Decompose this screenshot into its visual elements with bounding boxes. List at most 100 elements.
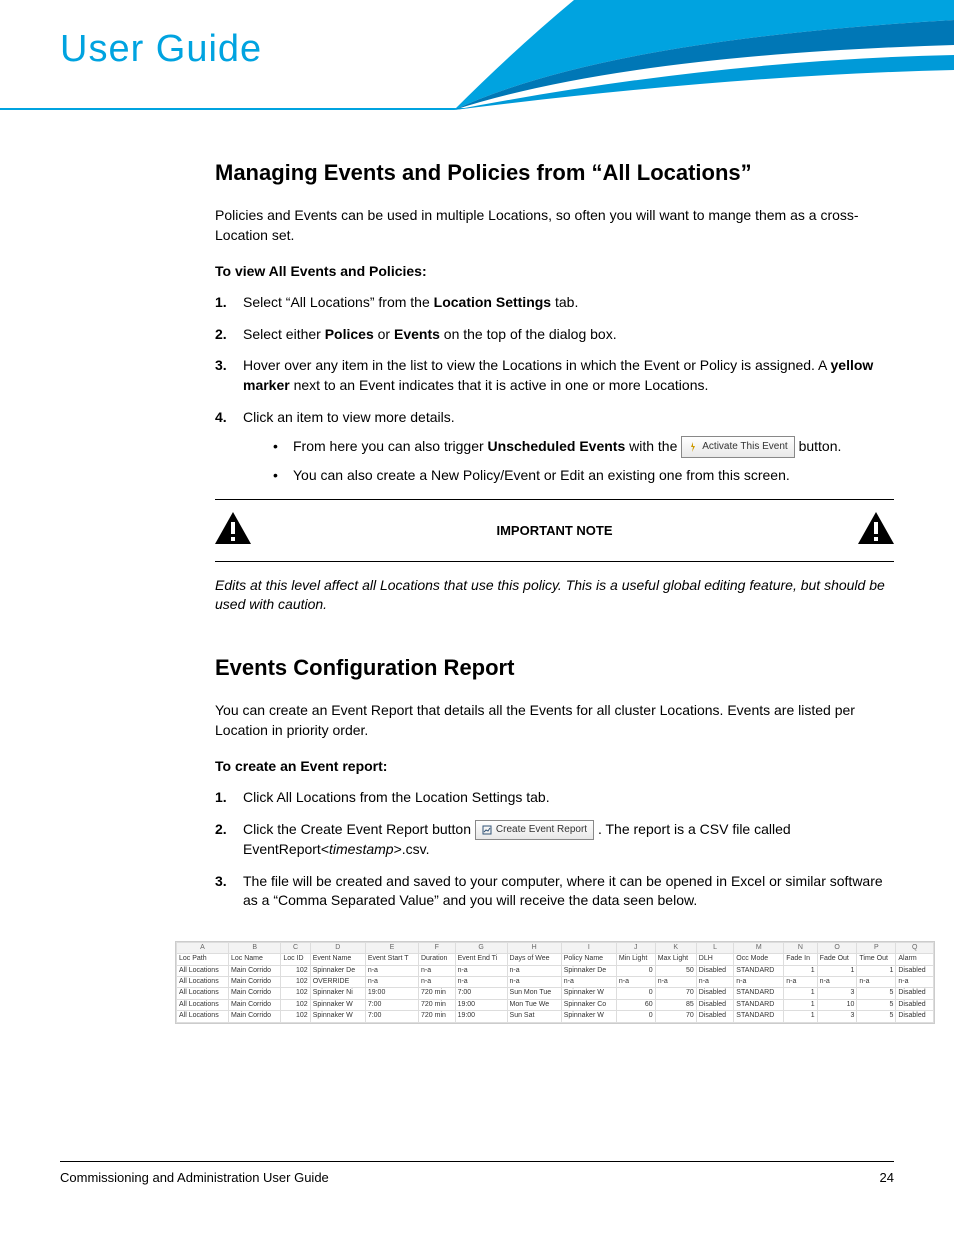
cell: 0 xyxy=(616,1011,655,1022)
bullet-bold: Unscheduled Events xyxy=(488,438,626,454)
column-letter: N xyxy=(784,942,817,953)
cell: 102 xyxy=(281,988,310,999)
column-header: Alarm xyxy=(896,954,934,965)
step-item: The file will be created and saved to yo… xyxy=(215,872,894,911)
cell: 102 xyxy=(281,977,310,988)
page-content: Managing Events and Policies from “All L… xyxy=(0,110,954,1024)
column-letter: M xyxy=(734,942,784,953)
step-bold: Location Settings xyxy=(434,294,551,310)
cell: 10 xyxy=(817,999,857,1010)
page-header: User Guide xyxy=(0,0,954,110)
cell: 720 min xyxy=(418,988,455,999)
cell: n-a xyxy=(507,977,561,988)
cell: n-a xyxy=(561,977,616,988)
section-intro: You can create an Event Report that deta… xyxy=(215,701,894,740)
cell: n-a xyxy=(418,977,455,988)
column-letter: P xyxy=(857,942,896,953)
cell: 50 xyxy=(655,965,696,976)
step-text: Hover over any item in the list to view … xyxy=(243,357,831,373)
cell: 5 xyxy=(857,1011,896,1022)
cell: 85 xyxy=(655,999,696,1010)
column-letter: C xyxy=(281,942,310,953)
page-number: 24 xyxy=(880,1170,894,1185)
cell: Disabled xyxy=(696,999,733,1010)
column-header: Fade Out xyxy=(817,954,857,965)
column-header: Loc Name xyxy=(228,954,280,965)
table-row: All LocationsMain Corrido102Spinnaker De… xyxy=(177,965,934,976)
cell: All Locations xyxy=(177,999,229,1010)
column-letter: H xyxy=(507,942,561,953)
page-footer: Commissioning and Administration User Gu… xyxy=(60,1161,894,1185)
report-icon xyxy=(482,825,492,835)
cell: 5 xyxy=(857,988,896,999)
column-letter: E xyxy=(365,942,418,953)
table-row: All LocationsMain Corrido102Spinnaker W7… xyxy=(177,1011,934,1022)
header-title: User Guide xyxy=(60,28,262,71)
cell: 0 xyxy=(616,988,655,999)
warning-icon xyxy=(215,512,251,549)
cell: 1 xyxy=(784,965,817,976)
table-row: All LocationsMain Corrido102OVERRIDEn-an… xyxy=(177,977,934,988)
column-letter: O xyxy=(817,942,857,953)
column-header: Event End Ti xyxy=(455,954,507,965)
column-header: Occ Mode xyxy=(734,954,784,965)
cell: Spinnaker Ni xyxy=(310,988,365,999)
cell: 70 xyxy=(655,1011,696,1022)
column-header: Event Start T xyxy=(365,954,418,965)
procedure-steps: Select “All Locations” from the Location… xyxy=(215,293,894,487)
cell: All Locations xyxy=(177,988,229,999)
cell: All Locations xyxy=(177,965,229,976)
column-letter: G xyxy=(455,942,507,953)
bullet-text: button. xyxy=(799,438,842,454)
column-letter: B xyxy=(228,942,280,953)
cell: Main Corrido xyxy=(228,999,280,1010)
cell: 19:00 xyxy=(455,1011,507,1022)
cell: STANDARD xyxy=(734,999,784,1010)
column-letter: Q xyxy=(896,942,934,953)
cell: n-a xyxy=(455,965,507,976)
activate-event-button[interactable]: Activate This Event xyxy=(681,436,794,458)
cell: n-a xyxy=(507,965,561,976)
cell: Mon Tue We xyxy=(507,999,561,1010)
step-text: Click an item to view more details. xyxy=(243,409,455,425)
procedure-steps: Click All Locations from the Location Se… xyxy=(215,788,894,911)
cell: Spinnaker W xyxy=(310,999,365,1010)
table-row: All LocationsMain Corrido102Spinnaker W 7… xyxy=(177,999,934,1010)
cell: Main Corrido xyxy=(228,1011,280,1022)
step-item: Select either Polices or Events on the t… xyxy=(215,325,894,345)
step-text: or xyxy=(374,326,394,342)
cell: n-a xyxy=(817,977,857,988)
cell: STANDARD xyxy=(734,988,784,999)
lightning-icon xyxy=(688,442,698,452)
step-text: on the top of the dialog box. xyxy=(440,326,617,342)
cell: 5 xyxy=(857,999,896,1010)
cell: 720 min xyxy=(418,999,455,1010)
cell: Spinnaker W xyxy=(561,988,616,999)
cell: n-a xyxy=(418,965,455,976)
cell: Spinnaker Co xyxy=(561,999,616,1010)
cell: n-a xyxy=(655,977,696,988)
cell: 720 min xyxy=(418,1011,455,1022)
column-header: Min Light xyxy=(616,954,655,965)
cell: 3 xyxy=(817,988,857,999)
cell: 7:00 xyxy=(455,988,507,999)
create-event-report-button[interactable]: Create Event Report xyxy=(475,820,594,840)
step-text: next to an Event indicates that it is ac… xyxy=(290,377,709,393)
cell: n-a xyxy=(616,977,655,988)
cell: Disabled xyxy=(896,1011,934,1022)
cell: 102 xyxy=(281,1011,310,1022)
cell: All Locations xyxy=(177,977,229,988)
cell: 102 xyxy=(281,999,310,1010)
cell: n-a xyxy=(896,977,934,988)
cell: All Locations xyxy=(177,1011,229,1022)
cell: n-a xyxy=(365,977,418,988)
procedure-heading: To create an Event report: xyxy=(215,758,894,774)
cell: 7:00 xyxy=(365,1011,418,1022)
section-heading: Managing Events and Policies from “All L… xyxy=(215,160,894,186)
cell: 1 xyxy=(817,965,857,976)
cell: n-a xyxy=(455,977,507,988)
cell: Sun Sat xyxy=(507,1011,561,1022)
step-text: >.csv. xyxy=(394,841,430,857)
cell: 70 xyxy=(655,988,696,999)
step-item: Click an item to view more details. From… xyxy=(215,408,894,487)
